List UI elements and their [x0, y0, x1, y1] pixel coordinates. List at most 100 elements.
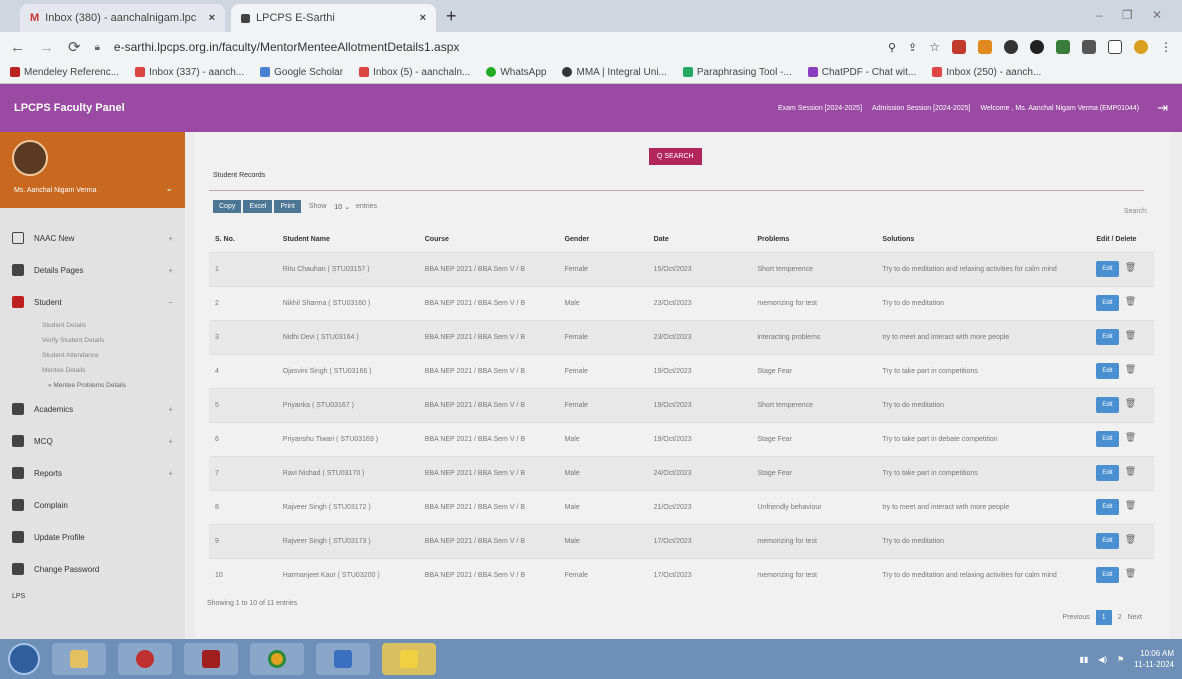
extension-download-icon[interactable] — [1056, 40, 1070, 54]
list-icon — [12, 264, 24, 276]
search-field-label[interactable]: Search: — [1124, 208, 1148, 215]
back-icon[interactable]: ← — [10, 39, 25, 56]
sidebar-item-update-profile[interactable]: Update Profile — [0, 521, 185, 553]
column-header[interactable]: Student Name — [277, 228, 419, 252]
edit-button[interactable]: Edit — [1096, 261, 1119, 277]
trash-icon[interactable]: 🗑︎ — [1125, 330, 1136, 341]
flag-icon[interactable]: ⚑ — [1117, 655, 1124, 664]
column-header[interactable]: Problems — [751, 228, 876, 252]
trash-icon[interactable]: 🗑︎ — [1125, 262, 1136, 273]
profile-avatar-icon[interactable] — [1134, 40, 1148, 54]
next-page-button[interactable]: Next — [1128, 614, 1142, 621]
sidebar-item-reports[interactable]: Reports + — [0, 457, 185, 489]
edit-button[interactable]: Edit — [1096, 329, 1119, 345]
cell-sno: 7 — [209, 455, 277, 490]
bookmark-item[interactable]: Inbox (250) - aanch... — [932, 67, 1041, 78]
taskbar-active-app[interactable] — [382, 643, 436, 675]
extension-orange-icon[interactable] — [978, 40, 992, 54]
network-icon[interactable]: ▮▮ — [1079, 655, 1088, 664]
edit-button[interactable]: Edit — [1096, 363, 1119, 379]
profile-card[interactable]: Ms. Aanchal Nigam Verma ⌄ — [0, 132, 185, 208]
sidebar-item-details-pages[interactable]: Details Pages + — [0, 254, 185, 286]
sidebar-subitem-mentee-details[interactable]: Mentee Details — [0, 363, 185, 378]
bookmark-item[interactable]: MMA | Integral Uni... — [562, 67, 667, 78]
bookmark-item[interactable]: WhatsApp — [486, 67, 546, 78]
bookmark-item[interactable]: Inbox (5) - aanchaln... — [359, 67, 470, 78]
sidebar-subitem-verify-student[interactable]: Verify Student Details — [0, 333, 185, 348]
column-header[interactable]: Course — [419, 228, 559, 252]
excel-button[interactable]: Excel — [243, 200, 273, 213]
browser-tab-gmail[interactable]: M Inbox (380) - aanchalnigam.lpc × — [20, 4, 225, 32]
extension-red-icon[interactable] — [952, 40, 966, 54]
edit-button[interactable]: Edit — [1096, 533, 1119, 549]
sidebar-item-student[interactable]: Student − — [0, 286, 185, 318]
star-icon[interactable]: ☆ — [929, 40, 940, 54]
puzzle-icon[interactable] — [1082, 40, 1096, 54]
new-tab-icon[interactable]: + — [446, 6, 457, 27]
edit-button[interactable]: Edit — [1096, 431, 1119, 447]
taskbar-chrome[interactable] — [250, 643, 304, 675]
sidebar-item-mcq[interactable]: MCQ + — [0, 425, 185, 457]
taskbar-mendeley[interactable] — [184, 643, 238, 675]
edit-button[interactable]: Edit — [1096, 499, 1119, 515]
trash-icon[interactable]: 🗑︎ — [1125, 466, 1136, 477]
logout-icon[interactable]: ⇥ — [1157, 100, 1168, 116]
share-icon[interactable]: ⇪ — [908, 41, 917, 54]
sidebar-item-complain[interactable]: Complain — [0, 489, 185, 521]
trash-icon[interactable]: 🗑︎ — [1125, 568, 1136, 579]
url-field[interactable]: e-sarthi.lpcps.org.in/faculty/MentorMent… — [114, 40, 874, 54]
taskbar-explorer[interactable] — [52, 643, 106, 675]
sidebar-subitem-attendance[interactable]: Student Attendance — [0, 348, 185, 363]
edit-button[interactable]: Edit — [1096, 465, 1119, 481]
bookmark-item[interactable]: Inbox (337) - aanch... — [135, 67, 244, 78]
copy-button[interactable]: Copy — [213, 200, 242, 213]
table-row: 8 Rajveer Singh ( STU03172 ) BBA NEP 2021 … — [209, 489, 1154, 524]
trash-icon[interactable]: 🗑︎ — [1125, 534, 1136, 545]
sidebar-subitem-student-details[interactable]: Student Details — [0, 318, 185, 333]
sidepanel-icon[interactable] — [1108, 40, 1122, 54]
trash-icon[interactable]: 🗑︎ — [1125, 364, 1136, 375]
clock[interactable]: 10:06 AM 11-11-2024 — [1134, 648, 1174, 670]
print-button[interactable]: Print — [274, 200, 301, 213]
previous-page-button[interactable]: Previous — [1063, 614, 1090, 621]
close-tab-icon[interactable]: × — [420, 12, 426, 24]
sidebar-item-change-password[interactable]: Change Password — [0, 553, 185, 585]
sidebar-item-naac[interactable]: NAAC New + — [0, 222, 185, 254]
column-header[interactable]: Date — [648, 228, 752, 252]
chevron-down-icon[interactable]: ⌄ — [165, 183, 173, 194]
trash-icon[interactable]: 🗑︎ — [1125, 398, 1136, 409]
extension-github-icon[interactable] — [1030, 40, 1044, 54]
cell-solution: Try to do meditation and relaxing activi… — [876, 557, 1091, 592]
zoom-icon[interactable]: ⚲ — [888, 41, 896, 54]
edit-button[interactable]: Edit — [1096, 567, 1119, 584]
extension-dark-icon[interactable] — [1004, 40, 1018, 54]
search-button[interactable]: Q SEARCH — [649, 148, 702, 165]
taskbar-media[interactable] — [118, 643, 172, 675]
start-button[interactable] — [8, 643, 40, 675]
page-2-button[interactable]: 2 — [1118, 614, 1122, 621]
taskbar-calculator[interactable] — [316, 643, 370, 675]
window-controls[interactable]: – ❐ ✕ — [1096, 8, 1170, 22]
page-1-button[interactable]: 1 — [1095, 610, 1112, 625]
sidebar-item-academics[interactable]: Academics + — [0, 393, 185, 425]
column-header[interactable]: S. No. — [209, 228, 277, 252]
entries-select[interactable]: 10 ⌄ — [334, 203, 350, 211]
bookmark-item[interactable]: ChatPDF - Chat wit... — [807, 67, 916, 78]
trash-icon[interactable]: 🗑︎ — [1125, 500, 1136, 511]
bookmark-item[interactable]: Google Scholar — [260, 67, 343, 78]
trash-icon[interactable]: 🗑︎ — [1125, 432, 1136, 443]
close-tab-icon[interactable]: × — [209, 12, 215, 24]
reload-icon[interactable]: ⟳ — [68, 38, 81, 56]
menu-kebab-icon[interactable]: ⋮ — [1160, 40, 1172, 54]
bookmark-item[interactable]: Mendeley Referenc... — [10, 67, 119, 78]
forward-icon[interactable]: → — [39, 39, 54, 56]
sidebar-subitem-mentee-problems[interactable]: » Mentee Problems Details — [0, 378, 185, 393]
column-header[interactable]: Solutions — [876, 228, 1090, 252]
trash-icon[interactable]: 🗑︎ — [1125, 296, 1136, 307]
volume-icon[interactable]: ◀) — [1098, 655, 1107, 664]
column-header[interactable]: Gender — [559, 228, 648, 252]
edit-button[interactable]: Edit — [1096, 397, 1119, 413]
bookmark-item[interactable]: Paraphrasing Tool -... — [682, 67, 792, 78]
browser-tab-esarthi[interactable]: LPCPS E-Sarthi × — [231, 4, 436, 32]
edit-button[interactable]: Edit — [1096, 295, 1119, 311]
